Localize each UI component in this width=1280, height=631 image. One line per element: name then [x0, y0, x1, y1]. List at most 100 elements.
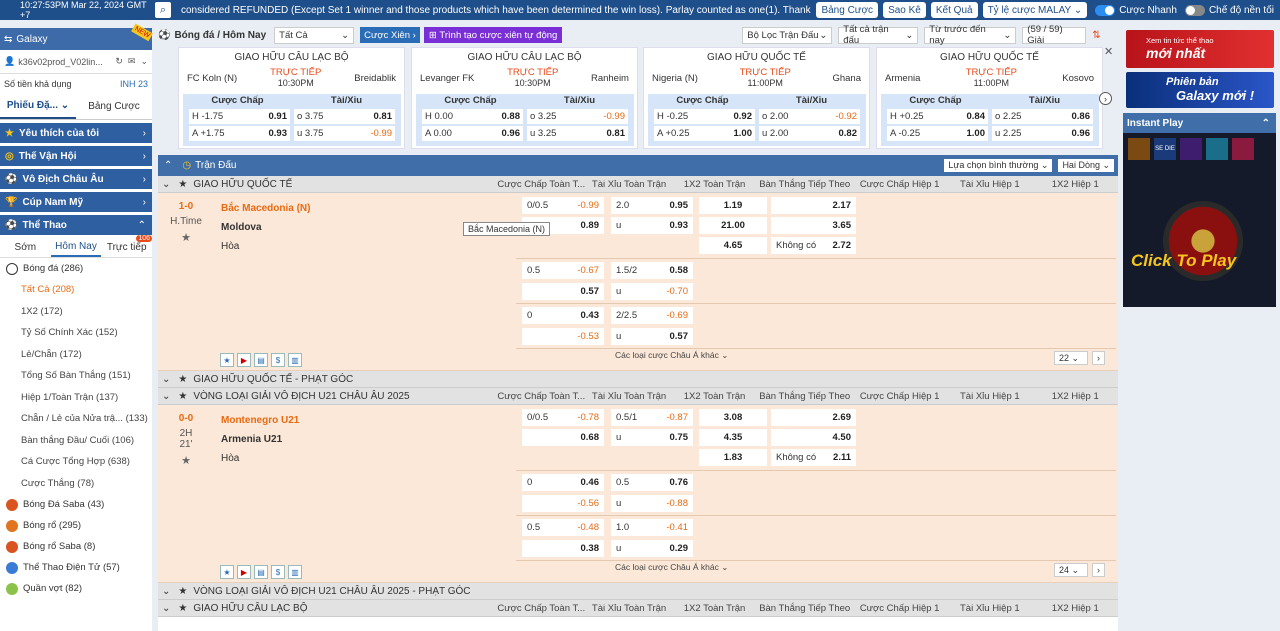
chevron-down-icon[interactable]: ⌄: [162, 391, 170, 402]
odds-cell[interactable]: u 3.75 -0.99: [294, 126, 395, 141]
odds-cell[interactable]: 0.38: [522, 540, 604, 557]
search-icon[interactable]: ⌕: [155, 2, 171, 18]
bet-type-item[interactable]: Tất Cả (208): [0, 279, 152, 301]
lines-select[interactable]: Hai Dòng ⌄: [1058, 159, 1114, 172]
bet-type-item[interactable]: Lẻ/Chẵn (172): [0, 344, 152, 366]
game-icon[interactable]: [1180, 138, 1202, 160]
away-team[interactable]: Moldova: [221, 218, 310, 237]
odds-cell[interactable]: -0.53: [522, 328, 604, 345]
odds-cell[interactable]: u 2.25 0.96: [992, 126, 1093, 141]
odds-cell[interactable]: 4.50: [771, 429, 856, 446]
league-count[interactable]: (59 / 59) Giải: [1022, 24, 1087, 46]
odds-cell[interactable]: 0 0.46: [522, 474, 604, 491]
bet-type-item[interactable]: Cược Thắng (78): [0, 473, 152, 495]
odds-cell[interactable]: H 0.00 0.88: [422, 109, 523, 124]
view-select[interactable]: Lựa chọn bình thường ⌄: [944, 159, 1053, 172]
odds-cell[interactable]: u 0.57: [611, 328, 693, 345]
sport-item[interactable]: Bóng rổ (295): [0, 515, 152, 536]
star-icon[interactable]: ★: [166, 231, 206, 244]
league-row[interactable]: ⌄ ★ GIAO HỮU QUỐC TẾ - PHẠT GÓC: [158, 371, 1118, 388]
play-icon[interactable]: ▶: [237, 565, 251, 579]
featured-match-card[interactable]: GIAO HỮU CÂU LẠC BỘ Levanger FK TRỰC TIẾ…: [411, 47, 638, 149]
home-team[interactable]: Montenegro U21: [221, 411, 299, 430]
odds-cell[interactable]: u 2.00 0.82: [759, 126, 860, 141]
odds-type-select[interactable]: Tỷ lệ cược MALAY ⌄: [982, 2, 1088, 18]
more-asian-bets-link[interactable]: Các loại cược Châu Á khác ⌄: [615, 562, 728, 573]
chevron-down-icon[interactable]: ⌄: [162, 586, 170, 597]
odds-cell[interactable]: u -0.70: [611, 283, 693, 300]
refresh-icon[interactable]: ↻: [115, 56, 123, 67]
dollar-icon[interactable]: $: [271, 353, 285, 367]
mail-icon[interactable]: ✉: [128, 56, 136, 67]
statement-button[interactable]: Sao Kê: [883, 2, 926, 18]
bet-list-button[interactable]: Bảng Cược: [816, 2, 879, 18]
sidebar-item-favorites[interactable]: ★ Yêu thích của tôi ›: [0, 123, 152, 143]
sport-item[interactable]: Quần vợt (82): [0, 578, 152, 599]
odds-cell[interactable]: 2.0 0.95: [611, 197, 693, 214]
odds-cell[interactable]: 3.65: [771, 217, 856, 234]
odds-cell[interactable]: A +0.25 1.00: [654, 126, 755, 141]
odds-cell[interactable]: o 2.25 0.86: [992, 109, 1093, 124]
odds-cell[interactable]: 0 0.43: [522, 307, 604, 324]
featured-match-card[interactable]: GIAO HỮU CÂU LẠC BỘ FC Koln (N) TRỰC TIẾ…: [178, 47, 405, 149]
odds-cell[interactable]: u -0.88: [611, 495, 693, 512]
league-row[interactable]: ⌄ ★ GIAO HỮU CÂU LẠC BỘ Cược Chấp Toàn T...…: [158, 600, 1118, 617]
market-count-select[interactable]: 22 ⌄: [1054, 351, 1088, 365]
sport-item[interactable]: Bóng Đá Saba (43): [0, 494, 152, 515]
odds-cell[interactable]: 21.00: [699, 217, 767, 234]
chevron-down-icon[interactable]: ⌄: [162, 179, 170, 190]
bet-type-item[interactable]: Chẵn / Lẻ của Nửa trậ... (133): [0, 408, 152, 430]
market-count-select[interactable]: 24 ⌄: [1054, 563, 1088, 577]
star-icon[interactable]: ★: [178, 179, 187, 190]
league-row[interactable]: ⌄ ★ VÒNG LOẠI GIẢI VÔ ĐỊCH U21 CHÂU ÂU 202…: [158, 583, 1118, 600]
odds-cell[interactable]: u 0.75: [611, 429, 693, 446]
odds-cell[interactable]: 0.57: [522, 283, 604, 300]
game-icon[interactable]: [1232, 138, 1254, 160]
dark-mode-toggle[interactable]: Chế độ nền tối: [1184, 4, 1274, 16]
menu-icon[interactable]: ⇆: [4, 34, 12, 45]
sidebar-item-sports[interactable]: ⚽ Thể Thao ⌃: [0, 215, 152, 235]
game-icon[interactable]: [1206, 138, 1228, 160]
news-banner[interactable]: Xem tin tức thể thao mới nhất: [1126, 30, 1274, 68]
tab-live[interactable]: Trực tiếp 106: [101, 235, 153, 257]
odds-cell[interactable]: H -0.25 0.92: [654, 109, 755, 124]
chevron-down-icon[interactable]: ⌄: [162, 374, 170, 385]
market-filter-select[interactable]: Tất Cả ⌄: [274, 26, 355, 44]
odds-cell[interactable]: o 2.00 -0.92: [759, 109, 860, 124]
star-icon[interactable]: ★: [178, 603, 187, 614]
league-row[interactable]: ⌄ ★ GIAO HỮU QUỐC TẾ Cược Chấp Toàn T... Tài…: [158, 176, 1118, 193]
odds-cell[interactable]: 4.65: [699, 237, 767, 254]
odds-cell[interactable]: 0.5 0.76: [611, 474, 693, 491]
chevron-right-icon[interactable]: ›: [1092, 563, 1105, 577]
odds-cell[interactable]: -0.56: [522, 495, 604, 512]
dollar-icon[interactable]: $: [271, 565, 285, 579]
brand-header[interactable]: ⇆ Galaxy NEW: [0, 23, 153, 50]
odds-cell[interactable]: 1.0 -0.41: [611, 519, 693, 536]
odds-cell[interactable]: 0/0.5 -0.99: [522, 197, 604, 214]
odds-cell[interactable]: Không có 2.72: [771, 237, 856, 254]
sort-arrows-icon[interactable]: ⇅: [1092, 30, 1100, 41]
bet-type-item[interactable]: Bàn thắng Đầu/ Cuối (106): [0, 430, 152, 452]
featured-match-card[interactable]: GIAO HỮU QUỐC TẾ Armenia TRỰC TIẾP 11:00P…: [876, 47, 1103, 149]
odds-cell[interactable]: H -1.75 0.91: [189, 109, 290, 124]
carousel-next-button[interactable]: ›: [1099, 92, 1112, 105]
star-icon[interactable]: ★: [220, 353, 234, 367]
odds-cell[interactable]: 1.19: [699, 197, 767, 214]
tab-today[interactable]: Hôm Nay: [50, 238, 102, 257]
odds-cell[interactable]: A +1.75 0.93: [189, 126, 290, 141]
bet-type-item[interactable]: Hiệp 1/Toàn Trận (137): [0, 387, 152, 409]
odds-cell[interactable]: u 3.25 0.81: [527, 126, 628, 141]
odds-cell[interactable]: 0.5/1 -0.87: [611, 409, 693, 426]
chevron-right-icon[interactable]: ›: [1092, 351, 1105, 365]
results-button[interactable]: Kết Quả: [930, 2, 978, 18]
odds-cell[interactable]: 1.5/2 0.58: [611, 262, 693, 279]
sidebar-item-olympics[interactable]: ◎ Thế Vận Hội ›: [0, 146, 152, 166]
sport-football[interactable]: Bóng đá (286): [0, 258, 152, 279]
more-asian-bets-link[interactable]: Các loại cược Châu Á khác ⌄: [615, 350, 728, 361]
star-icon[interactable]: ★: [220, 565, 234, 579]
odds-cell[interactable]: o 3.25 -0.99: [527, 109, 628, 124]
away-team[interactable]: Armenia U21: [221, 430, 299, 449]
odds-cell[interactable]: u 0.29: [611, 540, 693, 557]
parlay-button[interactable]: Cược Xiên ›: [360, 27, 420, 43]
sport-item[interactable]: Thể Thao Điện Tử (57): [0, 557, 152, 578]
